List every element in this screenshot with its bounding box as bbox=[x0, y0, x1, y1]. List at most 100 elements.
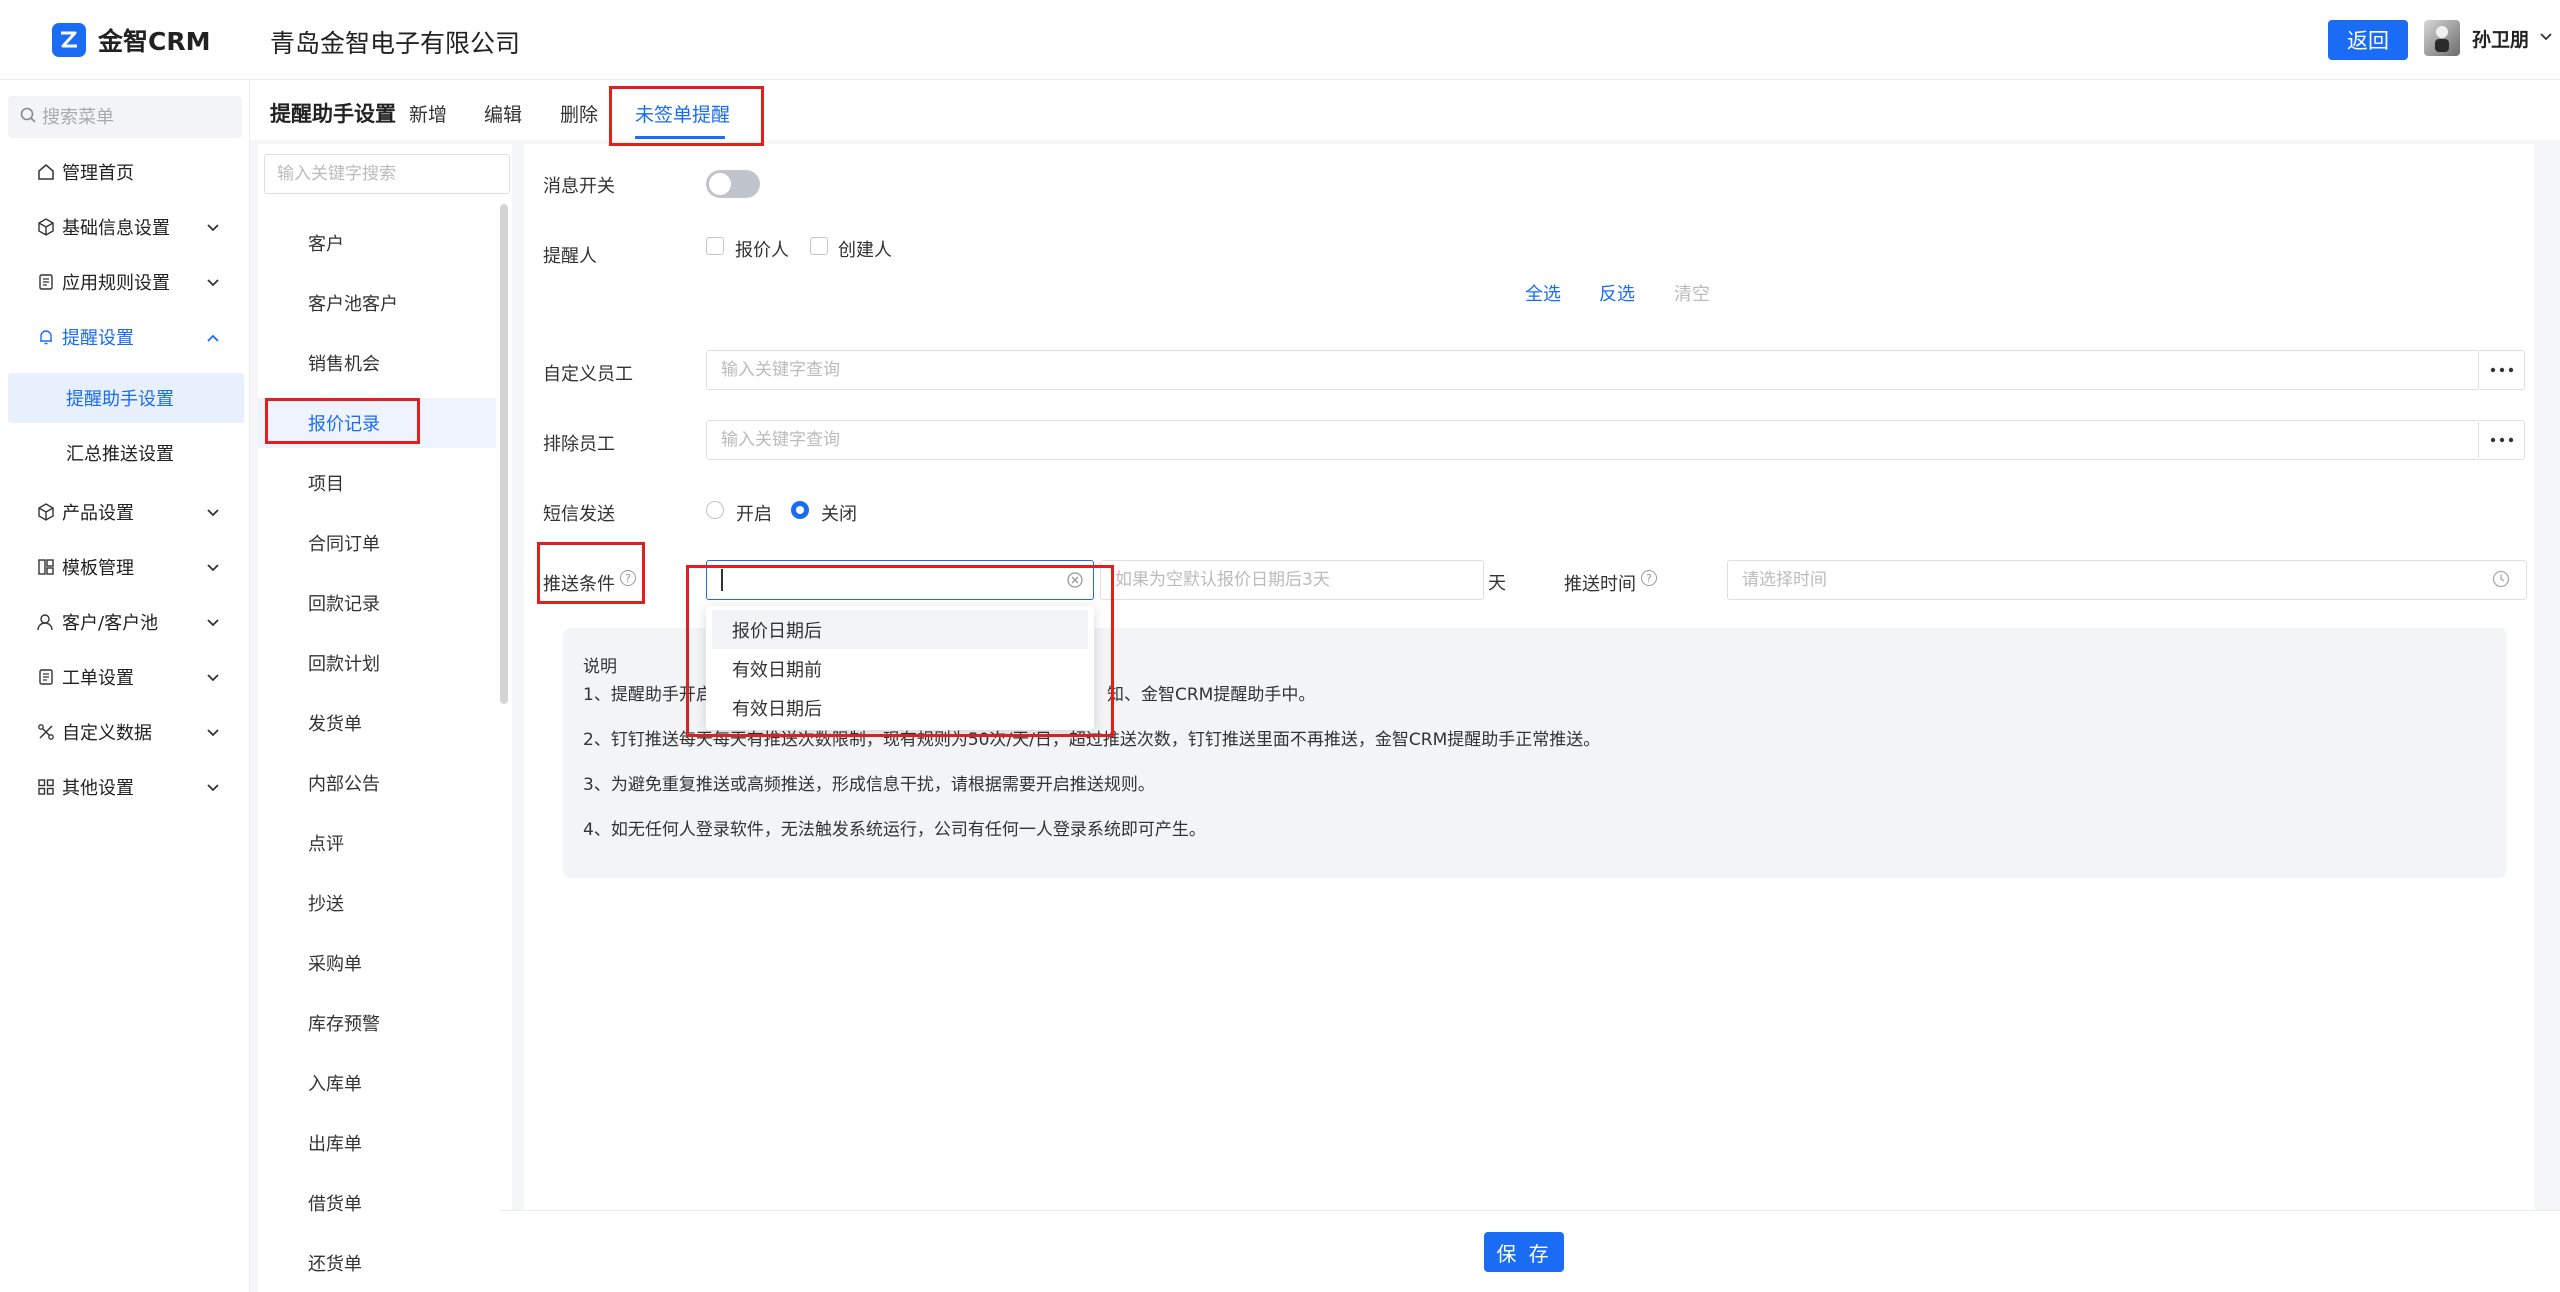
sidebar-item-label: 模板管理 bbox=[62, 558, 134, 579]
search-icon bbox=[20, 107, 36, 128]
dropdown-option[interactable]: 有效日期前 bbox=[712, 649, 1088, 688]
category-item[interactable]: 客户池客户 bbox=[258, 278, 496, 328]
document-icon bbox=[36, 272, 56, 292]
sms-on-radio[interactable] bbox=[706, 501, 724, 519]
sms-off-label: 关闭 bbox=[821, 504, 857, 525]
exclude-staff-input[interactable] bbox=[706, 420, 2479, 460]
push-condition-label: 推送条件 bbox=[543, 574, 615, 595]
more-icon bbox=[2490, 367, 2513, 373]
category-item[interactable]: 报价记录 bbox=[258, 398, 496, 448]
help-icon[interactable]: ? bbox=[620, 570, 636, 586]
sidebar-item-app-rules[interactable]: 应用规则设置 bbox=[0, 260, 250, 304]
tab-delete[interactable]: 删除 bbox=[560, 100, 598, 127]
push-condition-select[interactable] bbox=[706, 560, 1094, 600]
sidebar-item-customer-pool[interactable]: 客户/客户池 bbox=[0, 600, 250, 644]
toggle-knob bbox=[709, 173, 731, 195]
sidebar-item-other[interactable]: 其他设置 bbox=[0, 765, 250, 809]
sidebar-item-label: 自定义数据 bbox=[62, 723, 152, 744]
category-item[interactable]: 项目 bbox=[258, 458, 496, 508]
clear-link[interactable]: 清空 bbox=[1674, 280, 1710, 306]
category-item[interactable]: 采购单 bbox=[258, 938, 496, 988]
invert-selection-link[interactable]: 反选 bbox=[1599, 280, 1635, 306]
exclude-staff-label: 排除员工 bbox=[543, 434, 615, 455]
chevron-down-icon bbox=[206, 274, 220, 295]
clock-icon bbox=[2492, 570, 2510, 593]
sidebar-item-ticket[interactable]: 工单设置 bbox=[0, 655, 250, 699]
dropdown-option[interactable]: 报价日期后 bbox=[712, 610, 1088, 649]
app-logo[interactable]: 金智CRM bbox=[52, 22, 210, 58]
sidebar-item-label: 其他设置 bbox=[62, 778, 134, 799]
tools-icon bbox=[36, 722, 56, 742]
chevron-down-icon bbox=[206, 779, 220, 800]
push-time-input[interactable] bbox=[1727, 560, 2527, 600]
cube-icon bbox=[36, 502, 56, 522]
msg-switch-label: 消息开关 bbox=[543, 176, 615, 197]
sidebar-item-label: 产品设置 bbox=[62, 503, 134, 524]
app-name: 金智CRM bbox=[98, 27, 211, 56]
category-item[interactable]: 发货单 bbox=[258, 698, 496, 748]
category-item[interactable]: 库存预警 bbox=[258, 998, 496, 1048]
chevron-up-icon bbox=[206, 329, 220, 350]
sidebar-item-custom-data[interactable]: 自定义数据 bbox=[0, 710, 250, 754]
chevron-down-icon bbox=[206, 669, 220, 690]
custom-staff-more-button[interactable] bbox=[2479, 350, 2525, 390]
sms-off-radio[interactable] bbox=[791, 501, 809, 519]
custom-staff-input[interactable] bbox=[706, 350, 2479, 390]
note-line: 知、金智CRM提醒助手中。 bbox=[1107, 685, 1316, 705]
sidebar-item-reminder[interactable]: 提醒设置 bbox=[0, 315, 250, 359]
note-line: 3、为避免重复推送或高频推送，形成信息干扰，请根据需要开启推送规则。 bbox=[583, 775, 1155, 795]
creator-checkbox[interactable] bbox=[810, 237, 828, 255]
grid-icon bbox=[36, 777, 56, 797]
chevron-down-icon bbox=[206, 504, 220, 525]
category-item[interactable]: 入库单 bbox=[258, 1058, 496, 1108]
category-item[interactable]: 借货单 bbox=[258, 1178, 496, 1228]
clear-icon[interactable] bbox=[1067, 572, 1083, 593]
menu-search-input[interactable] bbox=[42, 106, 222, 128]
tab-unsigned-reminder[interactable]: 未签单提醒 bbox=[635, 100, 730, 127]
quoter-checkbox[interactable] bbox=[706, 237, 724, 255]
category-item[interactable]: 销售机会 bbox=[258, 338, 496, 388]
dropdown-option[interactable]: 有效日期后 bbox=[712, 688, 1088, 727]
category-item[interactable]: 点评 bbox=[258, 818, 496, 868]
exclude-staff-more-button[interactable] bbox=[2479, 420, 2525, 460]
creator-checkbox-label: 创建人 bbox=[838, 240, 892, 261]
msg-switch-toggle[interactable] bbox=[706, 170, 760, 198]
tab-edit[interactable]: 编辑 bbox=[484, 100, 522, 127]
sidebar-item-basic-info[interactable]: 基础信息设置 bbox=[0, 205, 250, 249]
tab-add[interactable]: 新增 bbox=[409, 100, 447, 127]
category-item[interactable]: 客户 bbox=[258, 218, 496, 268]
category-item[interactable]: 回款计划 bbox=[258, 638, 496, 688]
top-header: 金智CRM 青岛金智电子有限公司 返回 孙卫朋 bbox=[0, 0, 2560, 80]
chevron-down-icon bbox=[206, 724, 220, 745]
save-button[interactable]: 保 存 bbox=[1484, 1232, 1564, 1272]
category-search-input[interactable] bbox=[264, 154, 510, 194]
text-caret bbox=[721, 569, 723, 591]
user-menu[interactable]: 孙卫朋 bbox=[2424, 20, 2553, 56]
sidebar-subitem-summary-push[interactable]: 汇总推送设置 bbox=[8, 428, 244, 478]
menu-search[interactable] bbox=[8, 96, 242, 138]
push-days-input[interactable] bbox=[1100, 560, 1484, 600]
category-item[interactable]: 出库单 bbox=[258, 1118, 496, 1168]
back-button[interactable]: 返回 bbox=[2328, 20, 2408, 60]
sidebar-subitem-reminder-assistant[interactable]: 提醒助手设置 bbox=[8, 373, 244, 423]
category-item[interactable]: 抄送 bbox=[258, 878, 496, 928]
chevron-down-icon bbox=[206, 559, 220, 580]
select-all-link[interactable]: 全选 bbox=[1525, 280, 1561, 306]
sms-on-label: 开启 bbox=[736, 504, 772, 525]
sidebar-item-label: 基础信息设置 bbox=[62, 218, 170, 239]
sidebar-item-label: 管理首页 bbox=[62, 163, 134, 184]
note-line: 1、提醒助手开启 bbox=[583, 685, 713, 705]
category-item[interactable]: 回款记录 bbox=[258, 578, 496, 628]
category-item[interactable]: 还货单 bbox=[258, 1238, 496, 1288]
user-icon bbox=[36, 612, 56, 632]
category-scrollbar[interactable] bbox=[500, 204, 508, 704]
sidebar-item-product[interactable]: 产品设置 bbox=[0, 490, 250, 534]
sidebar-item-template[interactable]: 模板管理 bbox=[0, 545, 250, 589]
sidebar-item-home[interactable]: 管理首页 bbox=[0, 150, 250, 194]
category-item[interactable]: 合同订单 bbox=[258, 518, 496, 568]
tab-bar: 提醒助手设置 新增 编辑 删除 未签单提醒 bbox=[250, 80, 2560, 140]
chevron-down-icon bbox=[206, 614, 220, 635]
document-icon bbox=[36, 667, 56, 687]
help-icon[interactable]: ? bbox=[1641, 570, 1657, 586]
category-item[interactable]: 内部公告 bbox=[258, 758, 496, 808]
